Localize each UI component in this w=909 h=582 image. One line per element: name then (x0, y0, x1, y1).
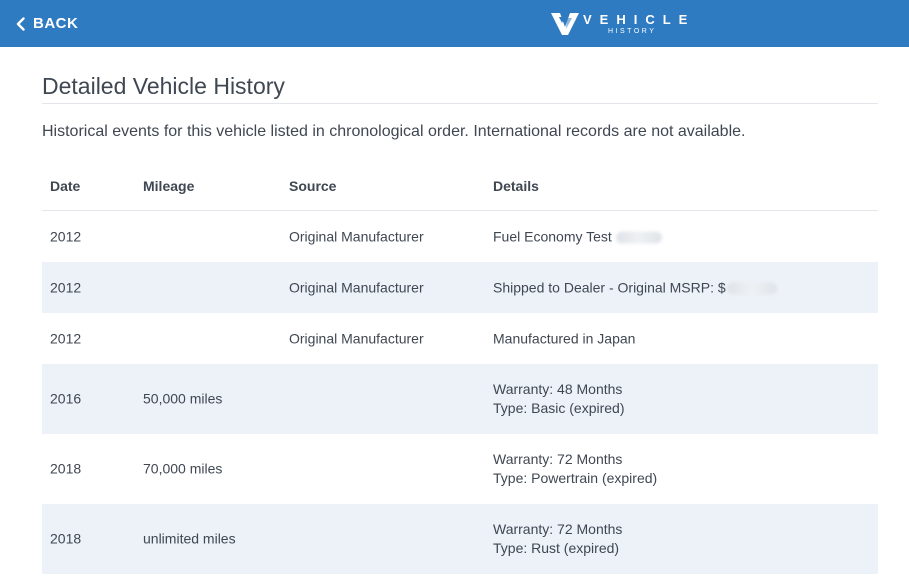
back-label: BACK (33, 15, 79, 32)
cell-source: Original Manufacturer (289, 279, 424, 295)
details-line: Type: Powertrain (expired) (493, 470, 658, 486)
column-header-source: Source (289, 178, 337, 194)
cell-details: Warranty: 48 Months Type: Basic (expired… (493, 380, 625, 418)
page-title: Detailed Vehicle History (42, 73, 285, 99)
cell-date: 2012 (50, 228, 82, 244)
table-row: 2012 Original Manufacturer Shipped to De… (42, 262, 878, 313)
vehicle-history-logo: VEHICLE HISTORY (551, 9, 695, 39)
details-line: Warranty: 72 Months (493, 451, 623, 467)
cell-details: Manufactured in Japan (493, 329, 635, 348)
details-line: Manufactured in Japan (493, 330, 636, 346)
logo-word: VEHICLE (583, 12, 696, 27)
details-line: Fuel Economy Test (493, 228, 612, 244)
cell-date: 2012 (50, 279, 82, 295)
cell-source: Original Manufacturer (289, 228, 424, 244)
table-row: 2012 Original Manufacturer Manufactured … (42, 313, 878, 364)
logo-mark-icon (551, 13, 579, 35)
table-row: 2018 70,000 miles Warranty: 72 Months Ty… (42, 434, 878, 504)
cell-mileage: unlimited miles (143, 530, 236, 547)
logo-subtitle: HISTORY (608, 28, 657, 35)
column-header-date: Date (50, 178, 81, 194)
cell-details: Fuel Economy Test (493, 227, 662, 246)
cell-details: Shipped to Dealer - Original MSRP: $ (493, 278, 777, 297)
cell-details: Warranty: 72 Months Type: Rust (expired) (493, 520, 622, 558)
cell-mileage: 70,000 miles (143, 460, 223, 477)
history-table: Date Mileage Source Details 2012 Origina… (42, 160, 878, 574)
table-row: 2016 50,000 miles Warranty: 48 Months Ty… (42, 364, 878, 434)
cell-source: Original Manufacturer (289, 330, 424, 346)
cell-details: Warranty: 72 Months Type: Powertrain (ex… (493, 450, 657, 488)
details-line: Shipped to Dealer - Original MSRP: $ (493, 279, 726, 295)
back-button[interactable]: BACK (16, 0, 78, 47)
title-divider (42, 103, 878, 104)
redacted-value (726, 282, 777, 295)
details-line: Type: Rust (expired) (493, 540, 620, 556)
cell-date: 2018 (50, 530, 82, 547)
chevron-left-icon (16, 16, 25, 31)
details-line: Warranty: 72 Months (493, 521, 623, 537)
table-row: 2012 Original Manufacturer Fuel Economy … (42, 211, 878, 262)
top-bar: BACK VEHICLE HISTORY (0, 0, 909, 47)
intro-text: Historical events for this vehicle liste… (42, 123, 746, 140)
redacted-value (615, 231, 662, 244)
cell-date: 2016 (50, 390, 82, 407)
table-row: 2018 unlimited miles Warranty: 72 Months… (42, 504, 878, 574)
details-line: Warranty: 48 Months (493, 381, 623, 397)
column-header-mileage: Mileage (143, 178, 195, 194)
details-line: Type: Basic (expired) (493, 400, 625, 416)
cell-date: 2012 (50, 330, 82, 346)
table-header: Date Mileage Source Details (42, 160, 878, 211)
cell-date: 2018 (50, 460, 82, 477)
column-header-details: Details (493, 178, 539, 194)
cell-mileage: 50,000 miles (143, 390, 223, 407)
